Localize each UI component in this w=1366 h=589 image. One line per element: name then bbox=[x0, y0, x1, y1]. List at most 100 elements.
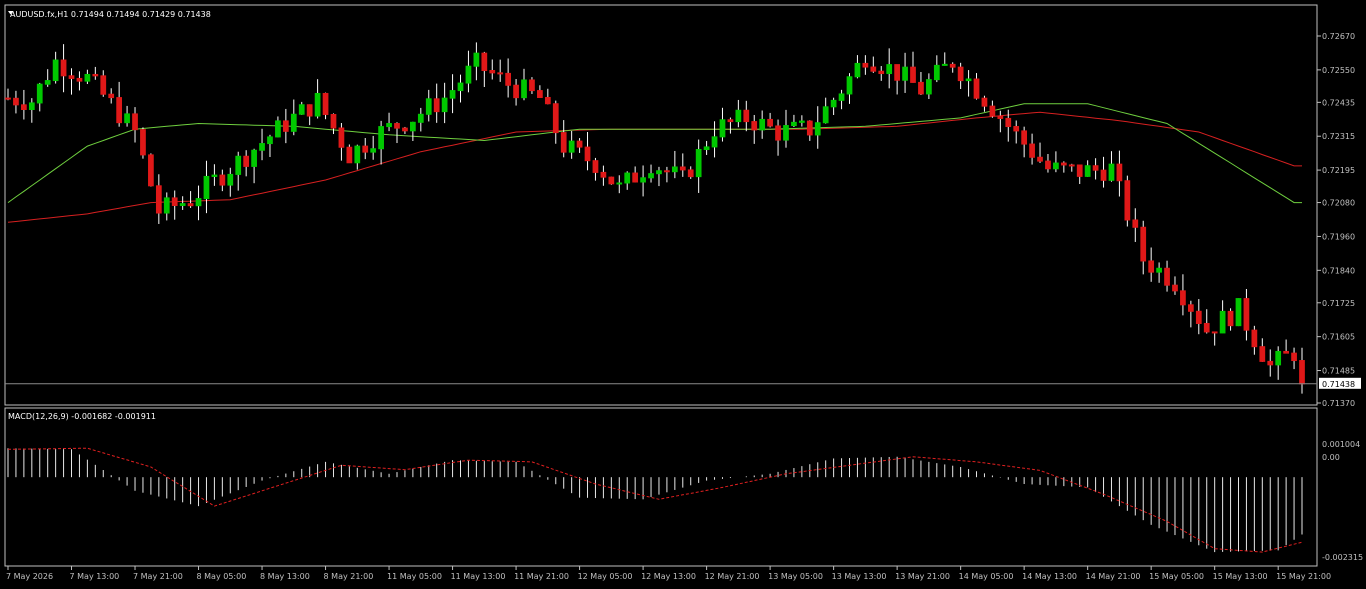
bear-candle bbox=[394, 122, 400, 144]
candle-body bbox=[806, 120, 813, 136]
bull-candle bbox=[703, 140, 710, 155]
candle-body bbox=[878, 70, 885, 75]
bear-candle bbox=[894, 64, 900, 95]
candle-body bbox=[664, 170, 670, 173]
candle-body bbox=[1108, 163, 1115, 181]
candle-body bbox=[1259, 346, 1266, 362]
candle-body bbox=[616, 182, 623, 185]
price-tick-label: 0.72080 bbox=[1322, 199, 1355, 208]
candle-body bbox=[640, 177, 646, 183]
bear-candle bbox=[100, 70, 107, 97]
bull-candle bbox=[711, 121, 718, 158]
time-tick-label: 12 May 21:00 bbox=[705, 572, 760, 581]
bull-candle bbox=[425, 89, 432, 122]
candle-body bbox=[1299, 360, 1305, 385]
macd-pane[interactable]: MACD(12,26,9) -0.001682 -0.001911 bbox=[4, 407, 1318, 567]
bear-candle bbox=[108, 88, 115, 104]
candle-body bbox=[251, 149, 257, 167]
price-tick-label: 0.71725 bbox=[1322, 299, 1355, 308]
candle-body bbox=[92, 73, 99, 77]
bull-candle bbox=[1275, 346, 1282, 380]
candle-body bbox=[941, 63, 948, 66]
bear-candle bbox=[433, 83, 440, 123]
macd-label: MACD(12,26,9) -0.001682 -0.001911 bbox=[8, 412, 156, 421]
bear-candle bbox=[1187, 300, 1194, 328]
price-tick-label: 0.72550 bbox=[1322, 66, 1355, 75]
time-tick-label: 13 May 13:00 bbox=[832, 572, 887, 581]
price-pane[interactable]: AUDUSD.fx,H1 0.71494 0.71494 0.71429 0.7… bbox=[4, 4, 1318, 406]
candles bbox=[5, 42, 1305, 394]
bear-candle bbox=[362, 138, 369, 160]
candle-body bbox=[751, 121, 758, 131]
bear-candle bbox=[1116, 150, 1123, 197]
candle-body bbox=[76, 77, 83, 82]
bull-candle bbox=[370, 135, 377, 160]
candle-body bbox=[910, 66, 916, 83]
bear-candle bbox=[632, 166, 639, 183]
bear-candle bbox=[592, 157, 599, 181]
price-axis: 0.72670 0.72550 0.72435 0.72315 0.72195 0.720… bbox=[1317, 32, 1355, 408]
bear-candle bbox=[1068, 163, 1075, 172]
candle-body bbox=[513, 84, 519, 99]
bull-candle bbox=[163, 192, 170, 221]
candle-body bbox=[521, 79, 527, 99]
candle-body bbox=[108, 93, 115, 99]
time-tick-label: 11 May 21:00 bbox=[514, 572, 569, 581]
candle-body bbox=[933, 64, 940, 81]
bear-candle bbox=[148, 153, 154, 187]
candle-body bbox=[846, 76, 853, 95]
bear-candle bbox=[13, 90, 19, 114]
candle-body bbox=[576, 140, 583, 148]
bear-candle bbox=[1060, 161, 1067, 173]
candle-body bbox=[449, 90, 456, 99]
bear-candle bbox=[870, 56, 877, 73]
candle-body bbox=[1251, 329, 1258, 348]
candle-body bbox=[902, 66, 908, 81]
bull-candle bbox=[822, 97, 829, 124]
candle-body bbox=[282, 120, 289, 132]
candle-body bbox=[767, 118, 773, 127]
bear-candle bbox=[1124, 175, 1131, 227]
candle-body bbox=[354, 145, 361, 164]
bear-candle bbox=[219, 169, 226, 192]
candle-body bbox=[132, 113, 138, 131]
svg-text:0.71438: 0.71438 bbox=[1322, 380, 1355, 389]
bear-candle bbox=[1203, 309, 1210, 334]
candle-body bbox=[187, 203, 194, 207]
bull-candle bbox=[791, 114, 797, 128]
candle-body bbox=[965, 78, 972, 82]
candle-body bbox=[529, 79, 535, 92]
candle-body bbox=[648, 173, 654, 179]
candle-body bbox=[21, 104, 27, 111]
chart-svg: AUDUSD.fx,H1 0.71494 0.71494 0.71429 0.7… bbox=[4, 4, 1363, 581]
candle-body bbox=[235, 155, 242, 175]
candle-body bbox=[1291, 352, 1297, 362]
candle-body bbox=[584, 146, 591, 162]
bear-candle bbox=[1180, 274, 1186, 316]
bear-candle bbox=[918, 71, 924, 96]
bull-candle bbox=[84, 69, 91, 85]
bull-candle bbox=[965, 70, 972, 97]
time-tick-label: 12 May 05:00 bbox=[578, 572, 633, 581]
bear-candle bbox=[243, 150, 250, 177]
candle-body bbox=[433, 98, 440, 113]
bear-candle bbox=[529, 77, 535, 94]
candle-body bbox=[838, 93, 845, 101]
bull-candle bbox=[457, 74, 464, 103]
candle-body bbox=[346, 146, 353, 164]
bull-candle bbox=[275, 116, 281, 138]
candle-body bbox=[155, 185, 162, 214]
bear-candle bbox=[1291, 347, 1297, 370]
current-price-tag: 0.71438 bbox=[1319, 377, 1361, 389]
candle-body bbox=[1140, 226, 1147, 262]
candle-body bbox=[1084, 165, 1091, 177]
candle-body bbox=[13, 97, 19, 106]
candle-body bbox=[544, 96, 551, 105]
bear-candle bbox=[1243, 288, 1250, 341]
bear-candle bbox=[322, 92, 329, 120]
bear-candle bbox=[600, 165, 607, 186]
bull-candle bbox=[441, 82, 448, 124]
candle-body bbox=[1029, 143, 1035, 158]
macd-signal-line bbox=[7, 447, 1303, 553]
candle-body bbox=[179, 203, 186, 206]
